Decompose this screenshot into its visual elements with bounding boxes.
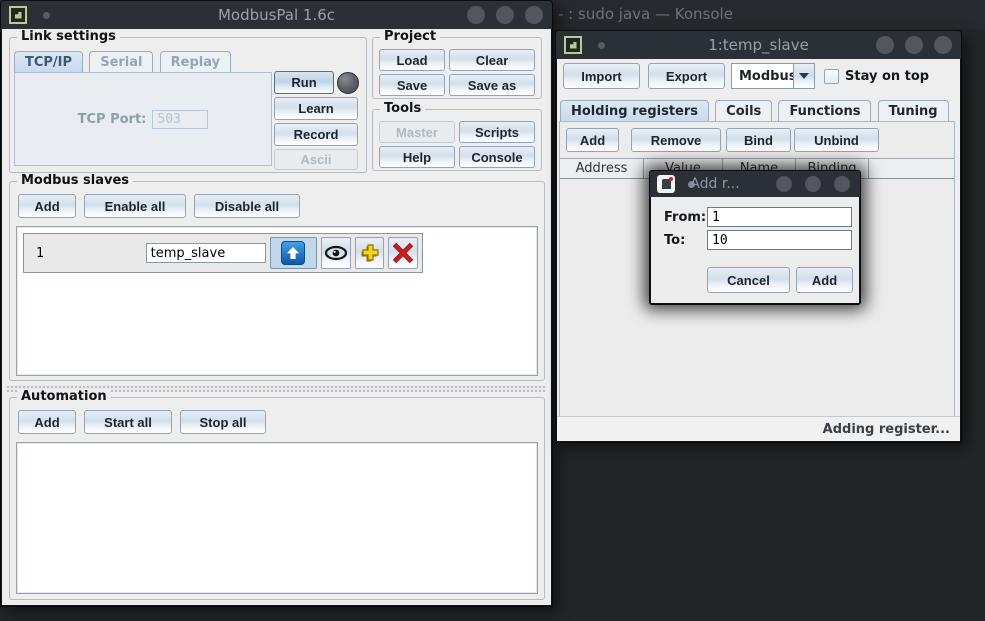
close-button[interactable] bbox=[834, 176, 850, 192]
automation-panel: Automation Add Start all Stop all bbox=[9, 397, 545, 600]
clear-button[interactable]: Clear bbox=[449, 49, 535, 71]
stay-on-top-label: Stay on top bbox=[845, 69, 929, 84]
protocol-value: Modbus bbox=[731, 63, 793, 89]
tab-replay[interactable]: Replay bbox=[160, 51, 231, 72]
slave-row[interactable]: 1 bbox=[23, 233, 423, 273]
run-button[interactable]: Run bbox=[274, 71, 334, 94]
tab-serial[interactable]: Serial bbox=[89, 51, 153, 72]
stay-on-top-checkbox[interactable] bbox=[824, 69, 839, 84]
console-button[interactable]: Console bbox=[459, 146, 535, 168]
project-panel: Project Load Clear Save Save as bbox=[372, 37, 542, 99]
master-button: Master bbox=[379, 121, 455, 143]
slave-enabled-toggle[interactable] bbox=[270, 237, 317, 269]
automation-title: Automation bbox=[17, 389, 111, 404]
tab-tcpip[interactable]: TCP/IP bbox=[14, 51, 83, 72]
desktop: - : sudo java — Konsole ModbusPal 1.6c L… bbox=[0, 0, 985, 621]
tcp-port-label: TCP Port: bbox=[78, 112, 147, 127]
stop-all-button[interactable]: Stop all bbox=[180, 410, 266, 434]
tcpip-tab-content: TCP Port: bbox=[14, 72, 272, 166]
plus-icon bbox=[360, 243, 380, 263]
window-title: 1:temp_slave bbox=[556, 36, 961, 54]
link-settings-title: Link settings bbox=[17, 29, 120, 44]
load-button[interactable]: Load bbox=[379, 49, 445, 71]
tab-functions[interactable]: Functions bbox=[778, 100, 871, 121]
status-text: Adding register... bbox=[823, 422, 950, 437]
column-header-address[interactable]: Address bbox=[560, 159, 644, 178]
link-status-led-icon bbox=[337, 72, 359, 94]
delete-x-icon bbox=[393, 243, 413, 263]
slave-add-button[interactable]: Add bbox=[18, 194, 76, 218]
ascii-button: Ascii bbox=[274, 149, 358, 170]
tools-title: Tools bbox=[380, 101, 425, 116]
eye-icon bbox=[324, 245, 348, 261]
project-title: Project bbox=[380, 29, 440, 44]
from-label: From: bbox=[664, 210, 706, 225]
up-arrow-icon bbox=[281, 241, 305, 265]
help-button[interactable]: Help bbox=[379, 146, 455, 168]
modbus-slaves-panel: Modbus slaves Add Enable all Disable all… bbox=[9, 181, 545, 381]
link-settings-panel: Link settings TCP/IP Serial Replay TCP P… bbox=[9, 37, 367, 173]
modbuspal-titlebar[interactable]: ModbusPal 1.6c bbox=[1, 1, 552, 29]
show-slave-button[interactable] bbox=[321, 237, 351, 269]
dialog-title: Add r... bbox=[650, 176, 780, 192]
dialog-controls bbox=[776, 176, 850, 192]
duplicate-slave-button[interactable] bbox=[355, 237, 385, 269]
status-bar: Adding register... bbox=[557, 416, 960, 441]
combo-dropdown-button[interactable] bbox=[793, 63, 815, 89]
column-header-spare bbox=[869, 159, 954, 178]
tcp-port-input[interactable] bbox=[152, 110, 208, 129]
import-button[interactable]: Import bbox=[563, 63, 640, 89]
slaves-list: 1 bbox=[16, 226, 538, 376]
export-button[interactable]: Export bbox=[648, 63, 725, 89]
save-button[interactable]: Save bbox=[379, 74, 445, 96]
register-tabs: Holding registers Coils Functions Tuning bbox=[560, 100, 951, 121]
slave-id: 1 bbox=[28, 246, 142, 261]
modbus-slaves-title: Modbus slaves bbox=[17, 173, 133, 188]
tools-panel: Tools Master Scripts Help Console bbox=[372, 109, 542, 171]
dialog-add-button[interactable]: Add bbox=[796, 267, 853, 293]
start-all-button[interactable]: Start all bbox=[84, 410, 172, 434]
automation-list bbox=[16, 442, 538, 594]
modbuspal-window: ModbusPal 1.6c Link settings TCP/IP Seri… bbox=[0, 0, 553, 607]
register-add-button[interactable]: Add bbox=[566, 128, 619, 152]
delete-slave-button[interactable] bbox=[388, 237, 418, 269]
konsole-title: - : sudo java — Konsole bbox=[558, 5, 733, 23]
dialog-body: From: To: Cancel Add bbox=[651, 197, 859, 303]
to-input[interactable] bbox=[707, 230, 852, 250]
dialog-titlebar[interactable]: Add r... bbox=[650, 171, 860, 197]
protocol-combobox[interactable]: Modbus bbox=[731, 63, 815, 89]
tab-holding-registers[interactable]: Holding registers bbox=[560, 100, 709, 121]
window-title: ModbusPal 1.6c bbox=[1, 6, 552, 24]
to-label: To: bbox=[664, 233, 685, 248]
from-input[interactable] bbox=[707, 207, 852, 227]
cancel-button[interactable]: Cancel bbox=[707, 267, 790, 293]
register-bind-button[interactable]: Bind bbox=[726, 128, 791, 152]
tab-tuning[interactable]: Tuning bbox=[878, 100, 949, 121]
register-unbind-button[interactable]: Unbind bbox=[794, 128, 879, 152]
save-as-button[interactable]: Save as bbox=[449, 74, 535, 96]
record-button[interactable]: Record bbox=[274, 123, 358, 146]
link-tabs: TCP/IP Serial Replay bbox=[14, 51, 233, 72]
maximize-button[interactable] bbox=[805, 176, 821, 192]
automation-add-button[interactable]: Add bbox=[18, 410, 76, 434]
add-register-dialog: Add r... From: To: Cancel Add bbox=[649, 170, 861, 305]
chevron-down-icon bbox=[799, 73, 809, 79]
disable-all-button[interactable]: Disable all bbox=[194, 194, 300, 218]
slave-name-input[interactable] bbox=[146, 243, 266, 263]
slave-titlebar[interactable]: 1:temp_slave bbox=[556, 31, 961, 59]
enable-all-button[interactable]: Enable all bbox=[84, 194, 186, 218]
tab-coils[interactable]: Coils bbox=[715, 100, 772, 121]
learn-button[interactable]: Learn bbox=[274, 97, 358, 120]
scripts-button[interactable]: Scripts bbox=[459, 121, 535, 143]
register-remove-button[interactable]: Remove bbox=[631, 128, 721, 152]
modbuspal-body: Link settings TCP/IP Serial Replay TCP P… bbox=[2, 29, 551, 605]
